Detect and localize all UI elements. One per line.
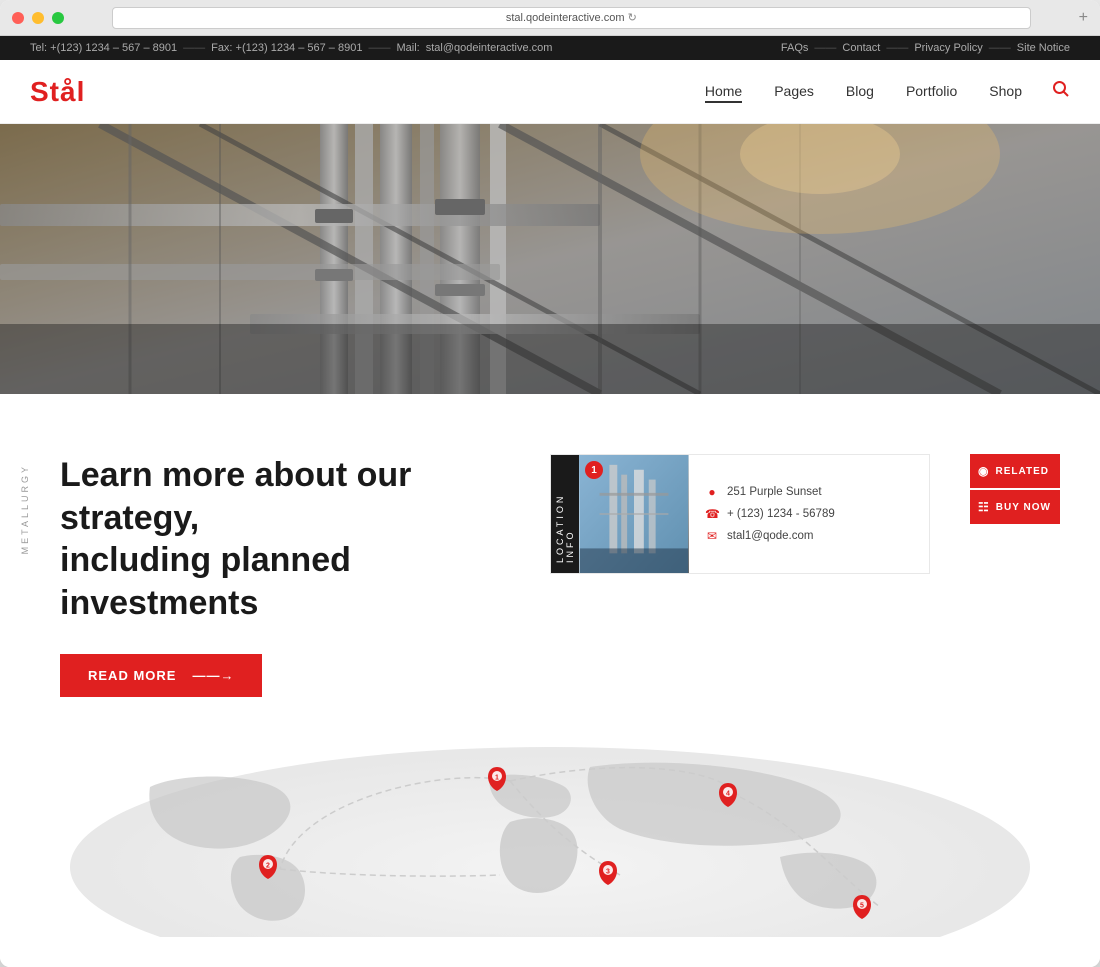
tel-text: Tel: +(123) 1234 – 567 – 8901: [30, 42, 177, 54]
contact-link[interactable]: Contact: [842, 42, 880, 54]
sep3: ——: [814, 42, 836, 54]
hero-section: [0, 124, 1100, 394]
world-map: 1 2 3: [0, 737, 1100, 937]
minimize-dot[interactable]: [32, 12, 44, 24]
site-logo[interactable]: Stål: [30, 76, 85, 108]
svg-text:3: 3: [606, 869, 610, 876]
buy-now-button[interactable]: ☷ BUY NOW: [970, 490, 1060, 524]
nav-link-blog[interactable]: Blog: [846, 83, 874, 99]
read-more-label: Read More: [88, 668, 176, 683]
nav-item-portfolio[interactable]: Portfolio: [906, 83, 957, 101]
buy-now-label: BUY NOW: [996, 502, 1051, 513]
location-phone: + (123) 1234 - 56789: [727, 508, 835, 520]
map-section: 1 2 3: [0, 737, 1100, 967]
nav-item-blog[interactable]: Blog: [846, 83, 874, 101]
sep1: ——: [183, 42, 205, 54]
top-bar-links: FAQs —— Contact —— Privacy Policy —— Sit…: [781, 42, 1070, 54]
nav-item-home[interactable]: Home: [705, 83, 742, 101]
related-label: RELATED: [995, 466, 1048, 477]
section-category-label: METALLURGY: [20, 464, 30, 554]
nav-menu: Home Pages Blog Portfolio Shop: [705, 83, 1022, 101]
top-bar-contact: Tel: +(123) 1234 – 567 – 8901 —— Fax: +(…: [30, 42, 552, 54]
nav-item-shop[interactable]: Shop: [989, 83, 1022, 101]
location-address: 251 Purple Sunset: [727, 486, 822, 498]
nav-item-pages[interactable]: Pages: [774, 83, 814, 101]
map-pin-icon: ●: [705, 485, 719, 499]
svg-text:4: 4: [726, 791, 730, 798]
fax-text: Fax: +(123) 1234 – 567 – 8901: [211, 42, 362, 54]
site-notice-link[interactable]: Site Notice: [1017, 42, 1070, 54]
privacy-link[interactable]: Privacy Policy: [914, 42, 982, 54]
arrow-right-icon: ——→: [192, 668, 234, 683]
website-content: Tel: +(123) 1234 – 567 – 8901 —— Fax: +(…: [0, 36, 1100, 967]
content-inner: METALLURGY Learn more about our strategy…: [0, 434, 1100, 737]
right-sidebar: ◉ RELATED ☷ BUY NOW: [970, 454, 1060, 526]
location-label: LOCATION INFO: [551, 455, 579, 573]
close-dot[interactable]: [12, 12, 24, 24]
sep4: ——: [886, 42, 908, 54]
content-section: METALLURGY Learn more about our strategy…: [0, 394, 1100, 967]
location-email-row: ✉ stal1@qode.com: [705, 529, 913, 543]
browser-titlebar: stal.qodeinteractive.com ↻ +: [0, 0, 1100, 36]
read-more-button[interactable]: Read More ——→: [60, 654, 262, 697]
heading-line1: Learn more about our strategy,: [60, 456, 411, 537]
mail-label: Mail:: [396, 42, 419, 54]
faqs-link[interactable]: FAQs: [781, 42, 809, 54]
svg-text:1: 1: [495, 775, 499, 782]
nav-link-home[interactable]: Home: [705, 83, 742, 103]
email-icon: ✉: [705, 529, 719, 543]
top-bar: Tel: +(123) 1234 – 567 – 8901 —— Fax: +(…: [0, 36, 1100, 60]
add-tab-button[interactable]: +: [1079, 10, 1088, 26]
location-info: ● 251 Purple Sunset ☎ + (123) 1234 - 567…: [689, 455, 929, 573]
mail-text: stal@qodeinteractive.com: [426, 42, 553, 54]
svg-text:5: 5: [860, 903, 864, 910]
search-icon[interactable]: [1052, 80, 1070, 103]
sep5: ——: [989, 42, 1011, 54]
related-button[interactable]: ◉ RELATED: [970, 454, 1060, 488]
browser-window: stal.qodeinteractive.com ↻ + Tel: +(123)…: [0, 0, 1100, 967]
refresh-icon[interactable]: ↻: [628, 11, 637, 24]
heading-line2: including planned investments: [60, 541, 351, 622]
location-badge: 1: [585, 461, 603, 479]
sep2: ——: [368, 42, 390, 54]
address-bar[interactable]: stal.qodeinteractive.com ↻: [112, 7, 1031, 29]
location-image: 1: [579, 455, 689, 573]
left-content: METALLURGY Learn more about our strategy…: [40, 454, 510, 697]
main-heading: Learn more about our strategy, including…: [60, 454, 510, 624]
location-address-row: ● 251 Purple Sunset: [705, 485, 913, 499]
url-text: stal.qodeinteractive.com: [506, 12, 625, 24]
nav-link-portfolio[interactable]: Portfolio: [906, 83, 957, 99]
cart-icon: ☷: [978, 500, 990, 514]
location-email: stal1@qode.com: [727, 530, 813, 542]
main-navigation: Stål Home Pages Blog Portfolio Shop: [0, 60, 1100, 124]
phone-icon: ☎: [705, 507, 719, 521]
maximize-dot[interactable]: [52, 12, 64, 24]
location-panel: LOCATION INFO: [550, 454, 930, 574]
nav-link-shop[interactable]: Shop: [989, 83, 1022, 99]
svg-text:2: 2: [266, 863, 270, 870]
related-icon: ◉: [978, 464, 989, 478]
nav-link-pages[interactable]: Pages: [774, 83, 814, 99]
location-phone-row: ☎ + (123) 1234 - 56789: [705, 507, 913, 521]
